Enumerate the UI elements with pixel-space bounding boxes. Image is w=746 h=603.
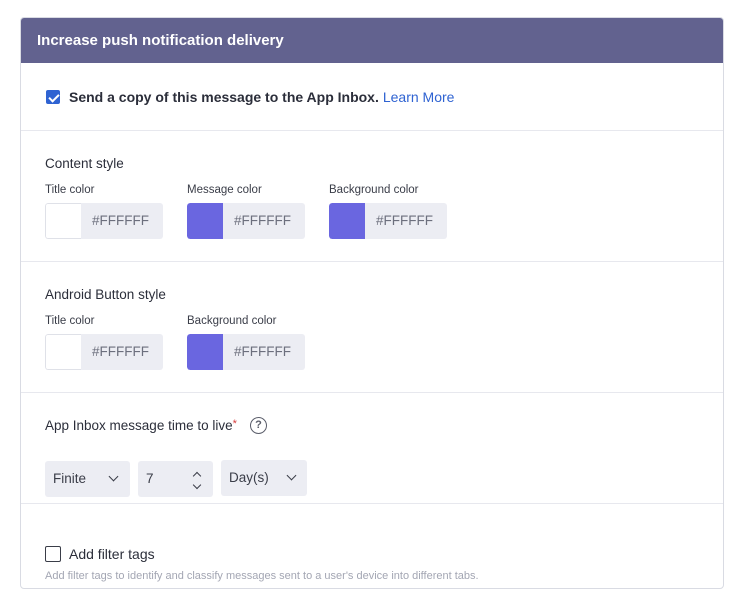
- question-circle-icon[interactable]: ?: [250, 417, 267, 434]
- content-background-color-swatch[interactable]: [329, 203, 365, 239]
- android-title-color-field[interactable]: #FFFFFF: [45, 334, 163, 370]
- android-title-color-label: Title color: [45, 315, 95, 327]
- app-inbox-checkbox[interactable]: [46, 90, 60, 104]
- content-message-color-field[interactable]: #FFFFFF: [187, 203, 305, 239]
- content-background-color-label: Background color: [329, 184, 419, 196]
- content-title-color-value[interactable]: #FFFFFF: [81, 203, 163, 239]
- android-background-color-field[interactable]: #FFFFFF: [187, 334, 305, 370]
- ttl-type-select[interactable]: Finite: [45, 461, 130, 497]
- content-style-title: Content style: [45, 156, 124, 171]
- chevron-down-icon: [286, 470, 297, 481]
- ttl-unit-select[interactable]: Day(s): [221, 460, 307, 496]
- filter-tags-help-text: Add filter tags to identify and classify…: [45, 570, 479, 582]
- android-background-color-swatch[interactable]: [187, 334, 223, 370]
- android-title-color-swatch[interactable]: [45, 334, 81, 370]
- decrement-arrow-icon[interactable]: [192, 480, 202, 490]
- learn-more-link[interactable]: Learn More: [383, 89, 455, 105]
- app-inbox-section: Send a copy of this message to the App I…: [21, 63, 723, 130]
- content-title-color-label: Title color: [45, 184, 95, 196]
- ttl-type-value: Finite: [53, 471, 87, 486]
- ttl-title-row: App Inbox message time to live*: [45, 418, 237, 433]
- content-background-color-value[interactable]: #FFFFFF: [365, 203, 447, 239]
- filter-tags-section: Add filter tags Add filter tags to ident…: [21, 503, 723, 588]
- app-inbox-option: Send a copy of this message to the App I…: [69, 89, 454, 105]
- android-button-style-section: Android Button style Title color #FFFFFF…: [21, 261, 723, 393]
- content-title-color-swatch[interactable]: [45, 203, 81, 239]
- required-marker: *: [232, 418, 237, 430]
- content-message-color-value[interactable]: #FFFFFF: [223, 203, 305, 239]
- android-title-color-value[interactable]: #FFFFFF: [81, 334, 163, 370]
- content-title-color-field[interactable]: #FFFFFF: [45, 203, 163, 239]
- android-style-title: Android Button style: [45, 287, 166, 302]
- content-style-section: Content style Title color #FFFFFF Messag…: [21, 130, 723, 262]
- android-background-color-value[interactable]: #FFFFFF: [223, 334, 305, 370]
- time-to-live-section: App Inbox message time to live* ? Finite…: [21, 392, 723, 504]
- ttl-amount-value: 7: [146, 471, 154, 486]
- push-delivery-card: Increase push notification delivery Send…: [20, 17, 724, 589]
- card-title: Increase push notification delivery: [21, 18, 723, 63]
- android-background-color-label: Background color: [187, 315, 277, 327]
- content-message-color-label: Message color: [187, 184, 262, 196]
- increment-arrow-icon[interactable]: [192, 471, 202, 481]
- filter-tags-checkbox[interactable]: [45, 546, 61, 562]
- app-inbox-label: Send a copy of this message to the App I…: [69, 89, 379, 105]
- ttl-title: App Inbox message time to live: [45, 418, 233, 433]
- content-background-color-field[interactable]: #FFFFFF: [329, 203, 447, 239]
- content-message-color-swatch[interactable]: [187, 203, 223, 239]
- chevron-down-icon: [108, 471, 119, 482]
- ttl-amount-stepper[interactable]: 7: [138, 461, 213, 497]
- filter-tags-label: Add filter tags: [69, 546, 155, 562]
- ttl-unit-value: Day(s): [229, 470, 269, 485]
